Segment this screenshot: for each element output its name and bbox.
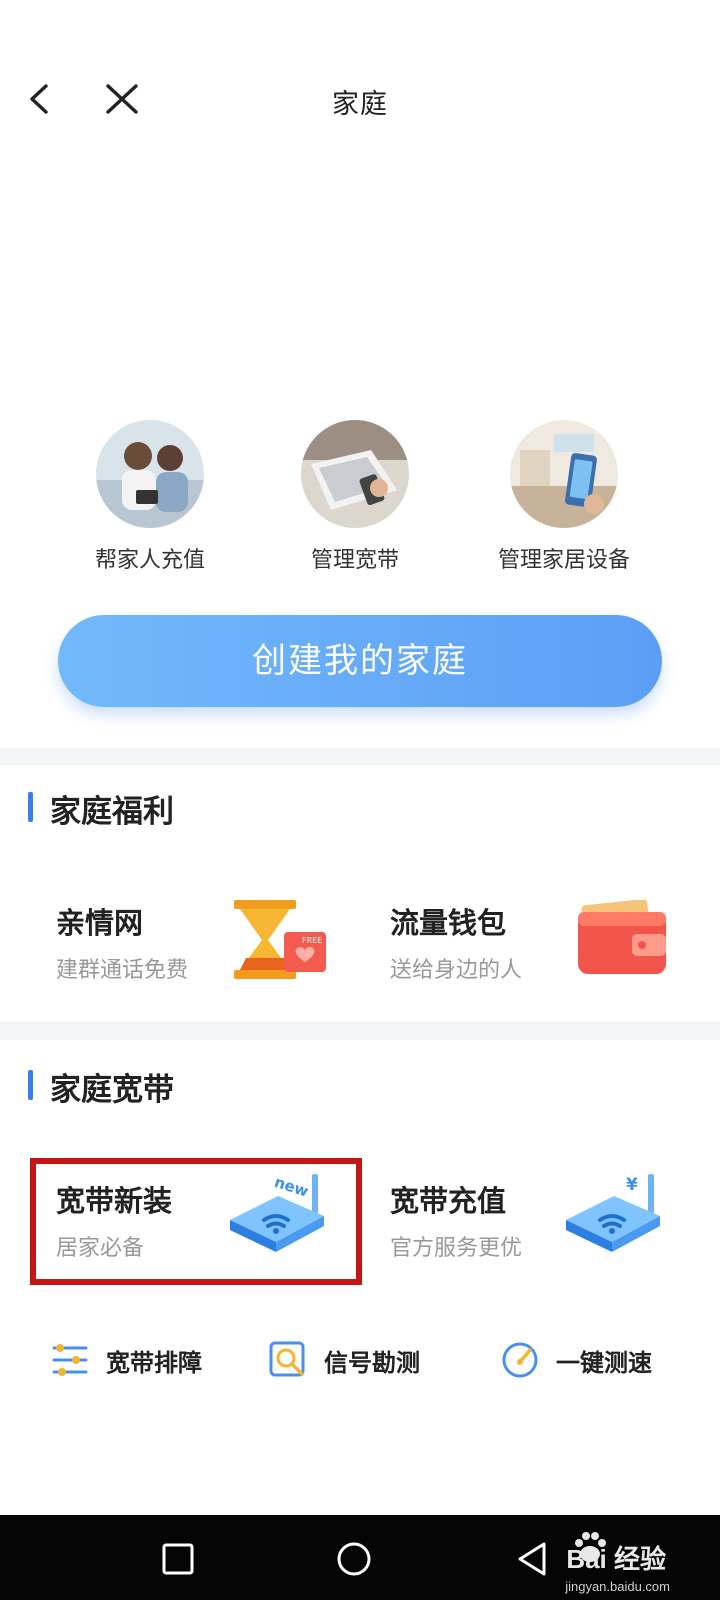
- broadband-tools: 宽带排障 信号勘测 一键测速: [0, 1335, 720, 1395]
- feature-label: 帮家人充值: [94, 547, 205, 572]
- feature-manage-home-devices[interactable]: 管理家居设备: [464, 420, 664, 574]
- card-subtitle: 送给身边的人: [390, 957, 523, 982]
- tool-label: 宽带排障: [106, 1349, 202, 1377]
- smart-home-photo: [510, 420, 618, 528]
- create-family-button[interactable]: 创建我的家庭: [58, 615, 662, 707]
- card-title: 亲情网: [56, 908, 144, 940]
- top-bar: 家庭: [0, 0, 720, 200]
- section-divider: [0, 748, 720, 766]
- page-title: 家庭: [332, 89, 388, 119]
- router-recharge-icon: ¥: [566, 1174, 660, 1252]
- section-title-benefits: 家庭福利: [28, 786, 174, 831]
- section-accent-bar: [28, 792, 33, 822]
- broadband-card-recharge[interactable]: 宽带充值 官方服务更优: [390, 1178, 590, 1298]
- speed-gauge-icon: [502, 1342, 538, 1378]
- section-title-text: 家庭宽带: [50, 1072, 174, 1107]
- recent-apps-icon[interactable]: [158, 1539, 198, 1579]
- watermark-url: jingyan.baidu.com: [565, 1579, 670, 1594]
- sliders-icon: [52, 1344, 88, 1376]
- feature-family-recharge[interactable]: 帮家人充值: [50, 420, 250, 574]
- benefit-card-data-wallet[interactable]: 流量钱包 送给身边的人: [390, 900, 590, 1020]
- feature-manage-broadband[interactable]: 管理宽带: [255, 420, 455, 574]
- watermark-text: Bai 经验: [566, 1544, 666, 1574]
- badge-text: ¥: [626, 1175, 638, 1195]
- family-features: 帮家人充值 管理宽带 管理家居设备: [0, 420, 720, 580]
- watermark: Bai 经验 jingyan.baidu.com: [526, 1523, 696, 1594]
- section-title-text: 家庭福利: [50, 794, 174, 829]
- tool-label: 一键测速: [556, 1349, 652, 1377]
- card-subtitle: 建群通话免费: [56, 957, 189, 982]
- tool-signal-survey[interactable]: 信号勘测: [268, 1335, 420, 1385]
- section-accent-bar: [28, 1070, 33, 1100]
- home-icon[interactable]: [334, 1539, 374, 1579]
- feature-label: 管理家居设备: [497, 547, 630, 572]
- signal-search-icon: [269, 1341, 305, 1377]
- card-subtitle: 官方服务更优: [390, 1235, 523, 1260]
- wallet-icon: [578, 900, 666, 974]
- section-title-broadband: 家庭宽带: [28, 1064, 174, 1109]
- highlight-annotation-box: [30, 1158, 362, 1285]
- card-title: 流量钱包: [390, 908, 507, 940]
- feature-label: 管理宽带: [310, 547, 399, 572]
- tool-troubleshoot[interactable]: 宽带排障: [50, 1335, 202, 1385]
- tool-label: 信号勘测: [324, 1349, 420, 1377]
- hourglass-icon: FREE: [234, 900, 326, 979]
- card-title: 宽带充值: [390, 1186, 507, 1218]
- tool-speed-test[interactable]: 一键测速: [500, 1335, 652, 1385]
- section-divider: [0, 1022, 720, 1040]
- svg-text:FREE: FREE: [302, 936, 322, 945]
- laptop-photo: [301, 420, 409, 528]
- system-navigation-bar: Bai 经验 jingyan.baidu.com: [0, 1515, 720, 1600]
- family-photo: [96, 420, 204, 528]
